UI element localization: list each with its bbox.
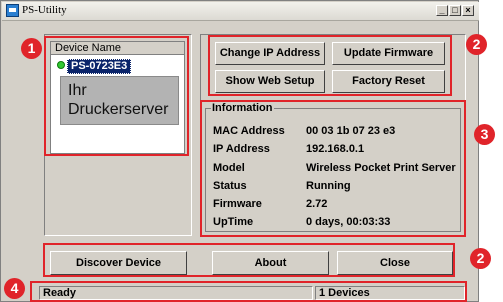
badge-2-top: 2	[466, 34, 487, 55]
highlight-statusbar	[30, 281, 467, 302]
badge-4: 4	[4, 278, 25, 299]
highlight-device-list	[44, 36, 189, 156]
badge-2-bottom: 2	[470, 248, 491, 269]
badge-3: 3	[474, 124, 495, 145]
window-title: PS-Utility	[22, 4, 67, 16]
minimize-button[interactable]: _	[436, 5, 448, 16]
highlight-information	[200, 100, 466, 237]
app-icon	[6, 4, 19, 17]
highlight-action-buttons	[208, 35, 452, 96]
maximize-button[interactable]: □	[449, 5, 461, 16]
close-window-button[interactable]: ×	[462, 5, 474, 16]
title-bar[interactable]: PS-Utility _ □ ×	[2, 2, 479, 21]
badge-1: 1	[21, 38, 42, 59]
highlight-bottom-buttons	[43, 243, 455, 277]
